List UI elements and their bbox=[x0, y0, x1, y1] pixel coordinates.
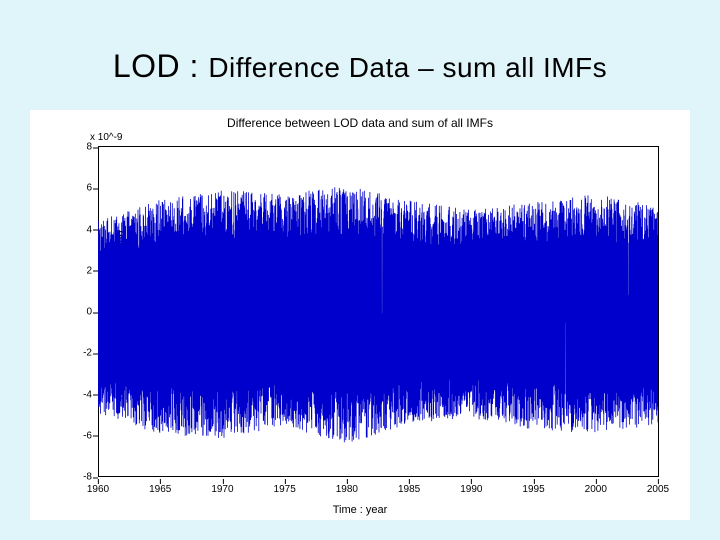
x-tick: 1975 bbox=[274, 484, 296, 495]
y-tick: 0 bbox=[58, 307, 92, 318]
y-tick: 4 bbox=[58, 224, 92, 235]
x-tick: 1965 bbox=[149, 484, 171, 495]
y-scale-note: x 10^-9 bbox=[90, 132, 123, 143]
slide-title: LOD : Difference Data – sum all IMFs bbox=[0, 48, 720, 85]
y-tick: -6 bbox=[58, 430, 92, 441]
plot-area: -8-6-4-202468196019651970197519801985199… bbox=[98, 146, 659, 477]
y-tick: 2 bbox=[58, 265, 92, 276]
x-tick: 1970 bbox=[211, 484, 233, 495]
x-tick: 1980 bbox=[336, 484, 358, 495]
y-tick: -4 bbox=[58, 389, 92, 400]
slide-title-sep: : bbox=[180, 48, 208, 84]
x-tick: 1990 bbox=[460, 484, 482, 495]
chart-panel: Difference between LOD data and sum of a… bbox=[30, 110, 690, 520]
y-tick: -2 bbox=[58, 348, 92, 359]
chart-title: Difference between LOD data and sum of a… bbox=[30, 116, 690, 130]
y-tick: -8 bbox=[58, 472, 92, 483]
slide-title-prefix: LOD bbox=[113, 48, 180, 84]
signal-line bbox=[98, 147, 658, 477]
y-tick: 8 bbox=[58, 142, 92, 153]
x-tick: 2000 bbox=[585, 484, 607, 495]
x-tick: 1995 bbox=[522, 484, 544, 495]
x-axis-label: Time : year bbox=[30, 504, 690, 516]
x-tick: 1960 bbox=[87, 484, 109, 495]
slide-title-rest: Difference Data – sum all IMFs bbox=[208, 52, 607, 83]
x-tick: 1985 bbox=[398, 484, 420, 495]
x-tick: 2005 bbox=[647, 484, 669, 495]
y-tick: 6 bbox=[58, 183, 92, 194]
